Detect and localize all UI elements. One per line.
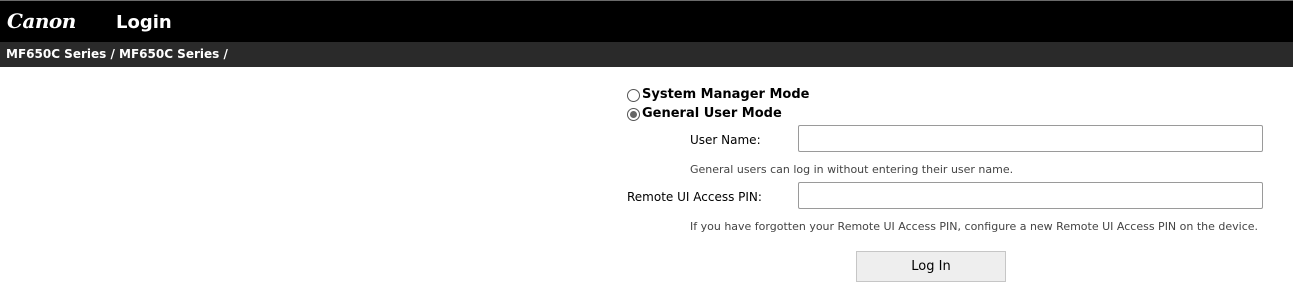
- system-manager-mode-option[interactable]: System Manager Mode: [627, 86, 809, 104]
- pin-input[interactable]: [798, 182, 1263, 209]
- user-name-hint: General users can log in without enterin…: [690, 163, 1014, 176]
- system-manager-mode-label: System Manager Mode: [642, 87, 810, 102]
- login-form: System Manager Mode General User Mode Us…: [0, 0, 1293, 302]
- general-user-mode-option[interactable]: General User Mode: [627, 105, 782, 123]
- pin-label: Remote UI Access PIN:: [627, 190, 762, 204]
- pin-hint: If you have forgotten your Remote UI Acc…: [690, 220, 1259, 233]
- user-name-label: User Name:: [690, 133, 761, 147]
- user-name-input[interactable]: [798, 125, 1263, 152]
- log-in-button[interactable]: Log In: [856, 251, 1006, 282]
- system-manager-mode-radio[interactable]: [627, 88, 640, 102]
- general-user-mode-label: General User Mode: [642, 106, 782, 121]
- general-user-mode-radio[interactable]: [627, 107, 640, 121]
